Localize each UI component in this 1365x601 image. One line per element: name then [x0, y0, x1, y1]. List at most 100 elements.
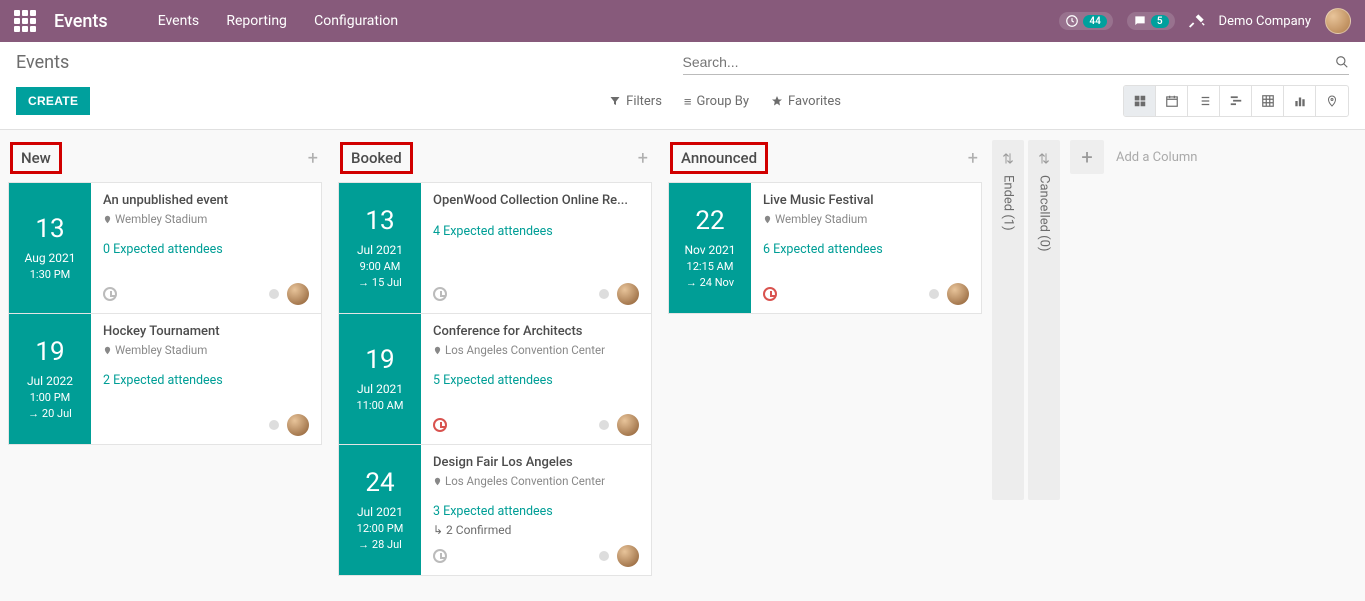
add-column[interactable]: + Add a Column	[1070, 140, 1197, 174]
nav-reporting[interactable]: Reporting	[226, 13, 287, 29]
debug-icon[interactable]	[1189, 13, 1205, 29]
kanban-card[interactable]: 24 Jul 2021 12:00 PM → 28 Jul Design Fai…	[338, 444, 652, 576]
column-title[interactable]: New	[10, 142, 62, 174]
kanban-column-announced: Announced + 22 Nov 2021 12:15 AM → 24 No…	[660, 130, 990, 313]
column-add-icon[interactable]: +	[308, 148, 318, 169]
kanban-state-icon[interactable]	[929, 289, 939, 299]
card-day: 19	[35, 338, 64, 367]
view-calendar[interactable]	[1156, 86, 1188, 116]
control-panel: Events CREATE Filters ≡ Group By Favorit…	[0, 42, 1365, 130]
kanban-column-new: New + 13 Aug 2021 1:30 PM An unpublished…	[0, 130, 330, 444]
view-list[interactable]	[1188, 86, 1220, 116]
company-name[interactable]: Demo Company	[1219, 14, 1311, 29]
column-add-icon[interactable]: +	[638, 148, 648, 169]
view-kanban[interactable]	[1124, 86, 1156, 116]
column-title[interactable]: Announced	[670, 142, 768, 174]
responsible-avatar[interactable]	[617, 283, 639, 305]
card-location: Wembley Stadium	[763, 212, 969, 226]
view-pivot[interactable]	[1252, 86, 1284, 116]
card-until: → 20 Jul	[28, 407, 72, 420]
favorites-label: Favorites	[788, 94, 841, 109]
add-column-label: Add a Column	[1116, 150, 1197, 165]
activities-count: 44	[1083, 15, 1106, 28]
card-attendees: 2 Expected attendees	[103, 373, 309, 388]
card-title: OpenWood Collection Online Re...	[433, 193, 639, 208]
apps-icon[interactable]	[14, 10, 36, 32]
card-day: 22	[695, 207, 724, 236]
card-attendees: 6 Expected attendees	[763, 242, 969, 257]
activity-icon[interactable]	[433, 287, 447, 301]
kanban-card[interactable]: 22 Nov 2021 12:15 AM → 24 Nov Live Music…	[668, 182, 982, 314]
card-day: 13	[35, 215, 64, 244]
activity-overdue-icon[interactable]	[763, 287, 777, 301]
clock-icon	[1065, 14, 1079, 28]
breadcrumb: Events	[16, 52, 69, 73]
groupby-button[interactable]: ≡ Group By	[684, 94, 749, 109]
search-input[interactable]	[683, 50, 1336, 74]
view-graph[interactable]	[1284, 86, 1316, 116]
kanban-card[interactable]: 13 Aug 2021 1:30 PM An unpublished event…	[8, 182, 322, 314]
filter-icon	[609, 95, 621, 107]
card-day: 19	[365, 346, 394, 375]
kanban-state-icon[interactable]	[599, 420, 609, 430]
activity-overdue-icon[interactable]	[433, 418, 447, 432]
view-switcher	[1123, 85, 1349, 117]
card-day: 13	[365, 207, 394, 236]
responsible-avatar[interactable]	[947, 283, 969, 305]
kanban-state-icon[interactable]	[599, 289, 609, 299]
kanban-card[interactable]: 19 Jul 2022 1:00 PM → 20 Jul Hockey Tour…	[8, 313, 322, 445]
responsible-avatar[interactable]	[617, 414, 639, 436]
responsible-avatar[interactable]	[287, 414, 309, 436]
column-title[interactable]: Booked	[340, 142, 413, 174]
card-date: 13 Aug 2021 1:30 PM	[9, 183, 91, 313]
card-month: Aug 2021	[24, 251, 75, 265]
card-until: → 15 Jul	[358, 276, 402, 289]
filters-button[interactable]: Filters	[609, 94, 662, 109]
activity-icon[interactable]	[433, 549, 447, 563]
card-attendees: 4 Expected attendees	[433, 224, 639, 239]
card-title: An unpublished event	[103, 193, 309, 208]
chat-icon	[1133, 14, 1147, 28]
card-attendees: 5 Expected attendees	[433, 373, 639, 388]
search-box[interactable]	[683, 50, 1350, 75]
pin-icon	[103, 345, 112, 356]
responsible-avatar[interactable]	[617, 545, 639, 567]
favorites-button[interactable]: Favorites	[771, 94, 841, 109]
responsible-avatar[interactable]	[287, 283, 309, 305]
view-map[interactable]	[1316, 86, 1348, 116]
nav-events[interactable]: Events	[158, 13, 199, 29]
folded-label: Ended (1)	[1001, 175, 1016, 231]
card-until: → 28 Jul	[358, 538, 402, 551]
view-gantt[interactable]	[1220, 86, 1252, 116]
kanban-card[interactable]: 19 Jul 2021 11:00 AM Conference for Arch…	[338, 313, 652, 445]
kanban-board: New + 13 Aug 2021 1:30 PM An unpublished…	[0, 130, 1365, 601]
card-date: 22 Nov 2021 12:15 AM → 24 Nov	[669, 183, 751, 313]
folded-columns: ⇄ Ended (1) ⇄ Cancelled (0)	[990, 130, 1062, 500]
card-location: Wembley Stadium	[103, 212, 309, 226]
kanban-state-icon[interactable]	[269, 420, 279, 430]
card-date: 19 Jul 2022 1:00 PM → 20 Jul	[9, 314, 91, 444]
card-date: 13 Jul 2021 9:00 AM → 15 Jul	[339, 183, 421, 313]
card-location: Los Angeles Convention Center	[433, 343, 639, 357]
messages-badge[interactable]: 5	[1127, 12, 1175, 30]
card-date: 19 Jul 2021 11:00 AM	[339, 314, 421, 444]
card-time: 12:15 AM	[687, 260, 734, 273]
folded-column-ended[interactable]: ⇄ Ended (1)	[992, 140, 1024, 500]
nav-menu: Events Reporting Configuration	[158, 13, 422, 29]
kanban-state-icon[interactable]	[599, 551, 609, 561]
fold-icon: ⇄	[1035, 153, 1052, 165]
card-time: 1:00 PM	[30, 391, 70, 404]
create-button[interactable]: CREATE	[16, 87, 90, 115]
kanban-state-icon[interactable]	[269, 289, 279, 299]
folded-column-cancelled[interactable]: ⇄ Cancelled (0)	[1028, 140, 1060, 500]
kanban-card[interactable]: 13 Jul 2021 9:00 AM → 15 Jul OpenWood Co…	[338, 182, 652, 314]
user-avatar[interactable]	[1325, 8, 1351, 34]
activities-badge[interactable]: 44	[1059, 12, 1112, 30]
add-column-plus-icon[interactable]: +	[1070, 140, 1104, 174]
pin-icon	[433, 476, 442, 487]
nav-configuration[interactable]: Configuration	[314, 13, 398, 29]
card-title: Conference for Architects	[433, 324, 639, 339]
search-icon[interactable]	[1335, 55, 1349, 69]
activity-icon[interactable]	[103, 287, 117, 301]
column-add-icon[interactable]: +	[968, 148, 978, 169]
